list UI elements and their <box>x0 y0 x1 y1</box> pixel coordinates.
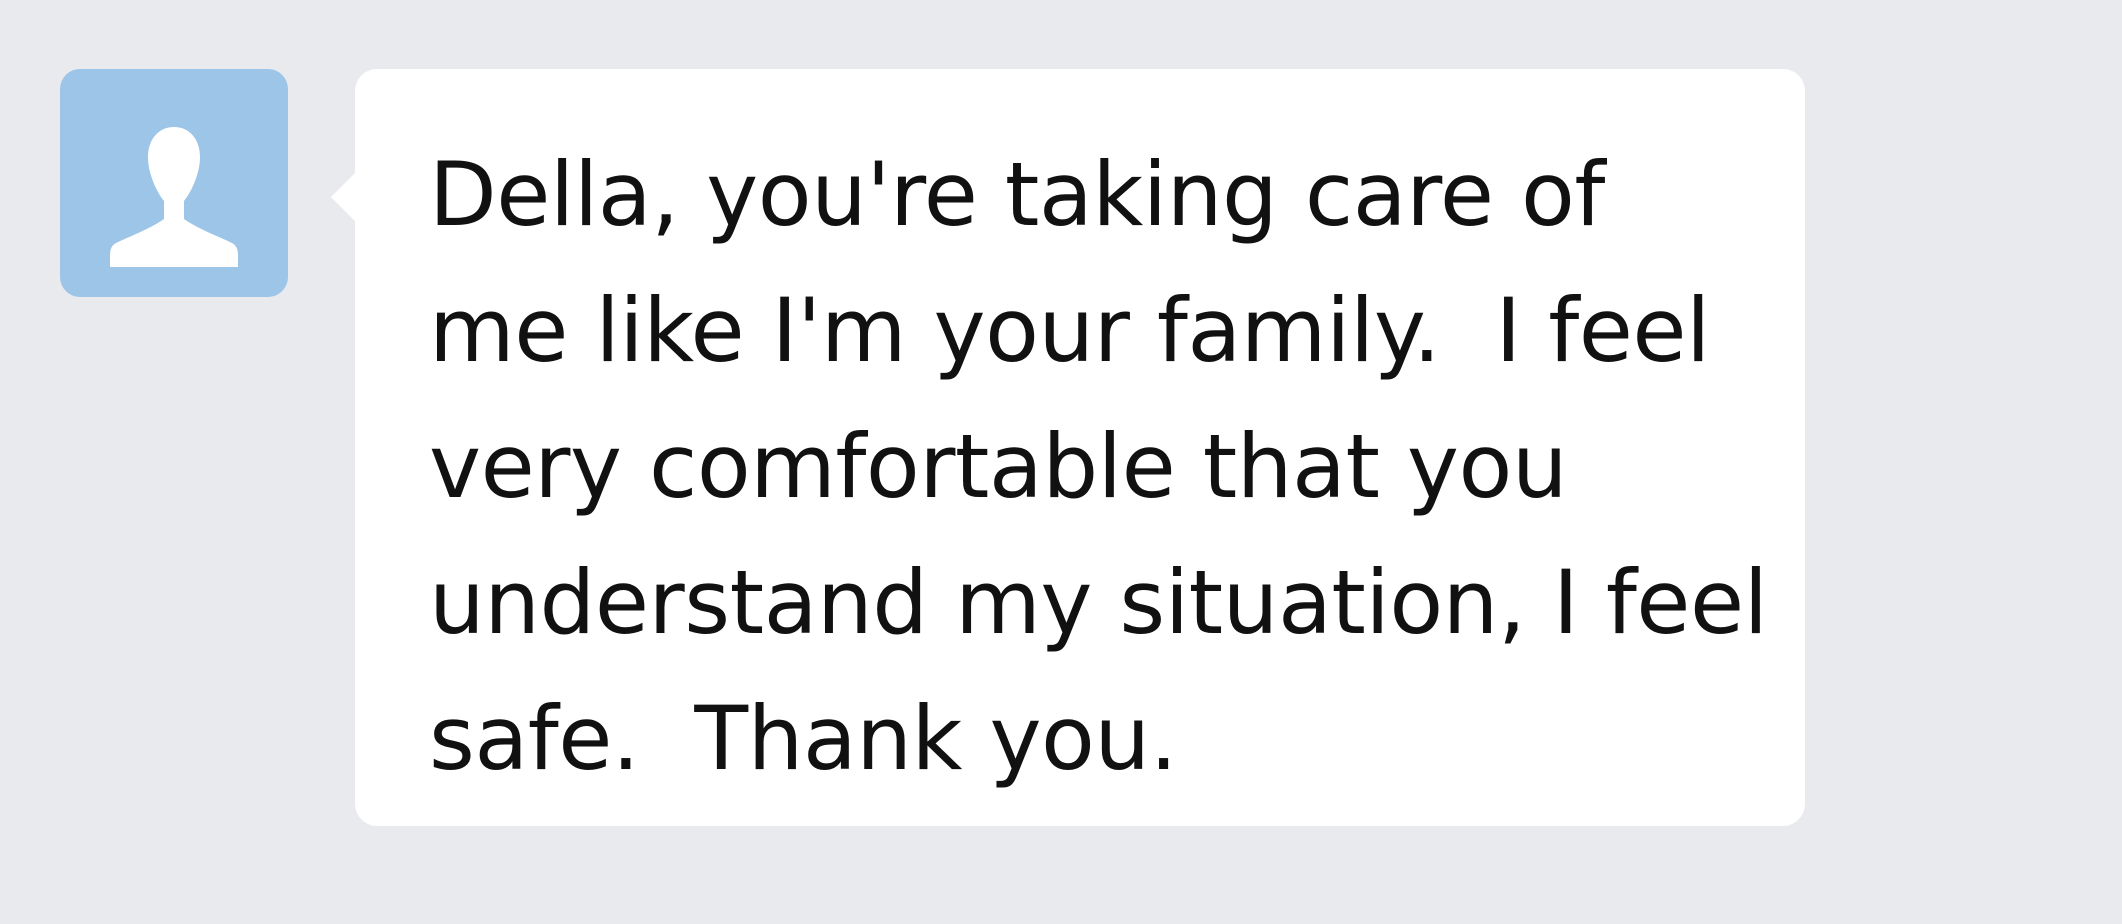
message-line: me like I'm your family. I feel <box>429 279 1710 382</box>
person-silhouette-icon <box>110 127 238 267</box>
message-line: Della, you're taking care of <box>429 143 1605 246</box>
bubble-tail <box>331 173 355 221</box>
message-text: Della, you're taking care of me like I'm… <box>429 127 1768 807</box>
contact-avatar[interactable] <box>60 69 288 297</box>
message-line: safe. Thank you. <box>429 687 1178 790</box>
message-line: understand my situation, I feel <box>429 551 1768 654</box>
message-line: very comfortable that you <box>429 415 1568 518</box>
message-bubble[interactable]: Della, you're taking care of me like I'm… <box>331 69 1805 826</box>
chat-message-row: Della, you're taking care of me like I'm… <box>0 0 2122 924</box>
